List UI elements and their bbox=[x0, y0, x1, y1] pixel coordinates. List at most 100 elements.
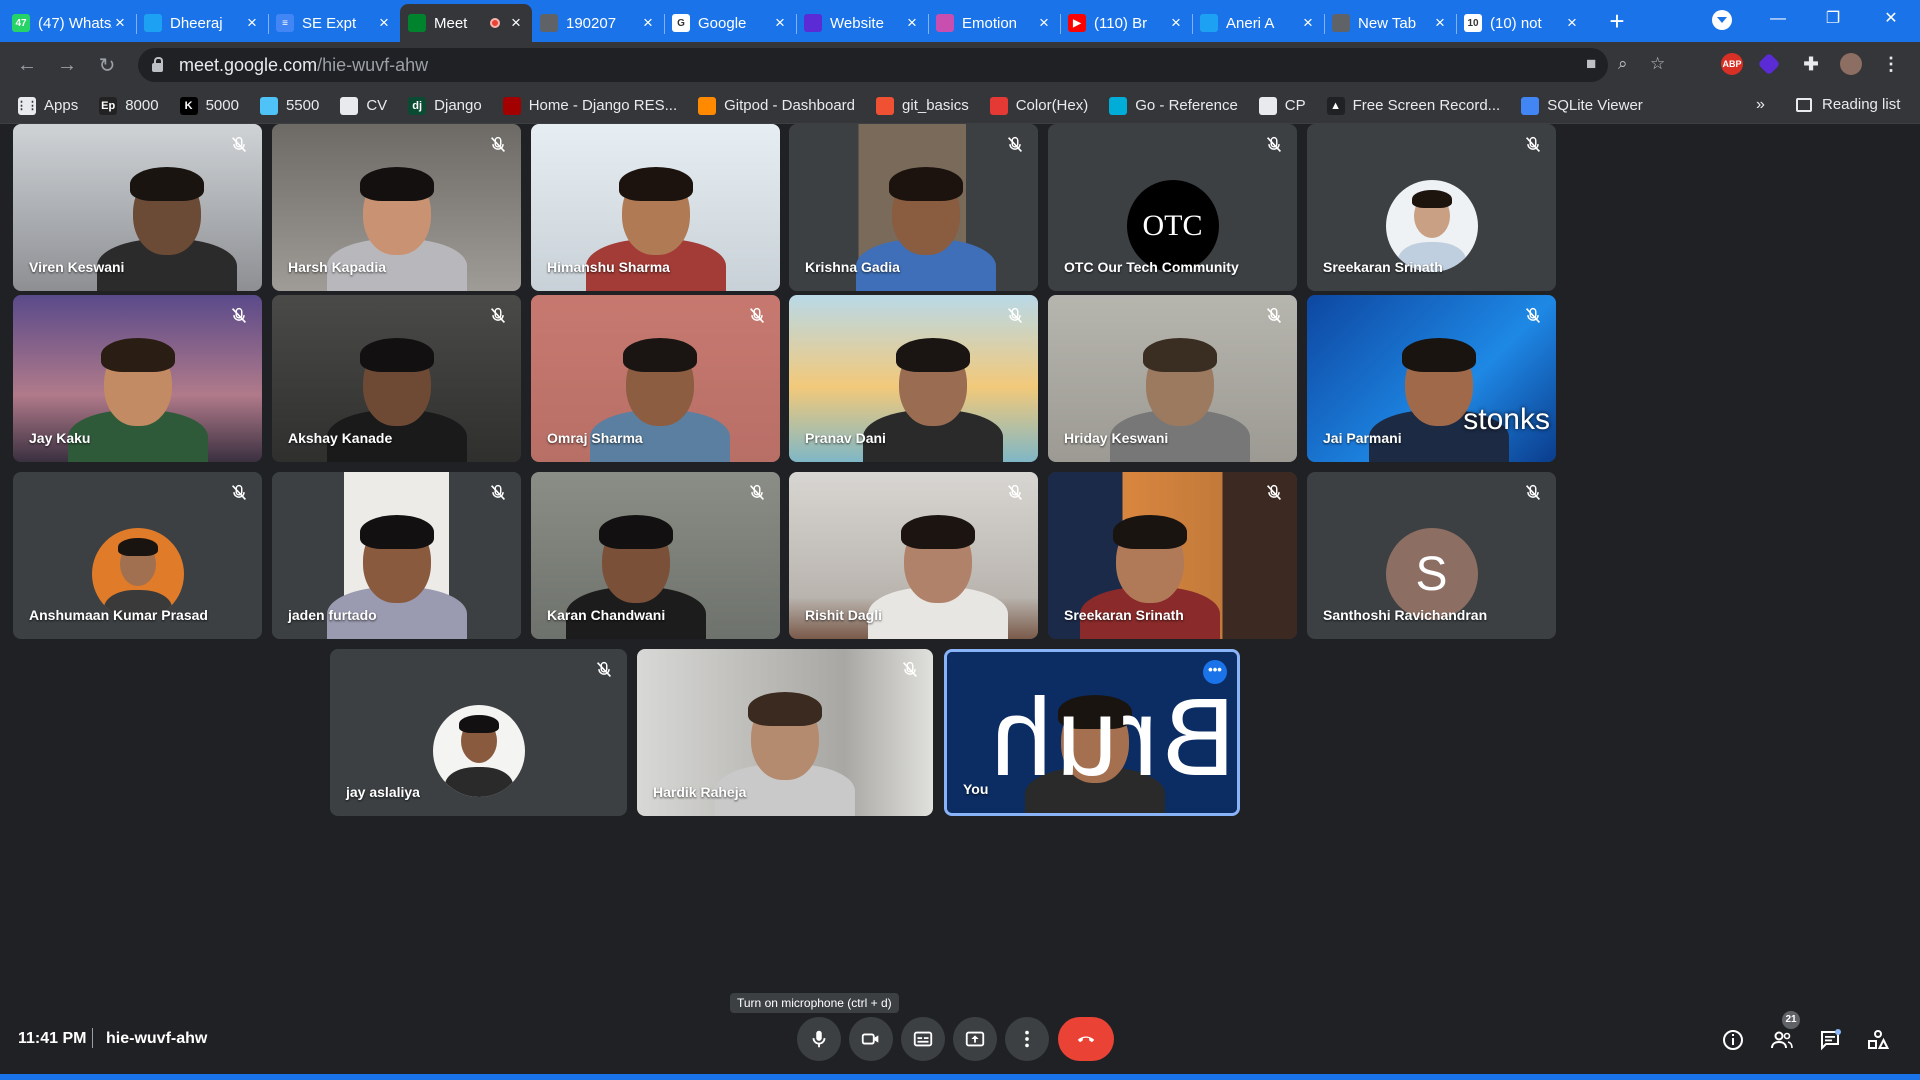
participant-tile[interactable]: Omraj Sharma bbox=[531, 295, 780, 462]
new-tab-button[interactable]: + bbox=[1596, 6, 1638, 37]
captions-button[interactable] bbox=[901, 1017, 945, 1061]
zoom-icon[interactable]: ⌕ bbox=[1618, 54, 1628, 74]
present-screen-button[interactable] bbox=[953, 1017, 997, 1061]
bookmark-item[interactable]: dj Django bbox=[408, 96, 482, 115]
participant-tile[interactable]: Jay Kaku bbox=[13, 295, 262, 462]
meet-stage: Viren Keswani Harsh Kapadia Himanshu Sharm… bbox=[0, 124, 1920, 1080]
tab-6[interactable]: Website × bbox=[796, 4, 928, 42]
bookmark-item[interactable]: git_basics bbox=[876, 96, 969, 115]
mic-off-icon bbox=[228, 305, 250, 327]
bookmark-item[interactable]: Ep 8000 bbox=[99, 96, 159, 115]
participant-tile[interactable]: jaden furtado bbox=[272, 472, 521, 639]
tab-8[interactable]: ▶ (110) Br × bbox=[1060, 4, 1192, 42]
participant-tile[interactable]: Viren Keswani bbox=[13, 124, 262, 291]
profile-avatar[interactable] bbox=[1840, 53, 1862, 75]
microphone-button[interactable] bbox=[797, 1017, 841, 1061]
close-tab-icon[interactable]: × bbox=[1432, 13, 1448, 33]
maximize-button[interactable]: ❐ bbox=[1810, 6, 1856, 32]
close-tab-icon[interactable]: × bbox=[244, 13, 260, 33]
reading-list-button[interactable]: Reading list bbox=[1796, 96, 1900, 113]
close-tab-icon[interactable]: × bbox=[640, 13, 656, 33]
participant-tile[interactable]: Rishit Dagli bbox=[789, 472, 1038, 639]
mic-off-icon bbox=[1004, 134, 1026, 156]
participant-tile[interactable]: Pranav Dani bbox=[789, 295, 1038, 462]
participant-name: Harsh Kapadia bbox=[288, 259, 387, 275]
leave-call-button[interactable] bbox=[1058, 1017, 1114, 1061]
participant-tile[interactable]: OTC OTC Our Tech Community bbox=[1048, 124, 1297, 291]
tab-2[interactable]: ≡ SE Expt × bbox=[268, 4, 400, 42]
tile-options-button[interactable]: ••• bbox=[1203, 660, 1227, 684]
tab-7[interactable]: Emotion × bbox=[928, 4, 1060, 42]
back-button[interactable]: ← bbox=[7, 54, 47, 77]
participant-tile[interactable]: Anshumaan Kumar Prasad bbox=[13, 472, 262, 639]
participant-tile[interactable]: Hriday Keswani bbox=[1048, 295, 1297, 462]
participant-tile[interactable]: Sreekaran Srinath bbox=[1048, 472, 1297, 639]
tab-11[interactable]: 10 (10) not × bbox=[1456, 4, 1588, 42]
participant-name: Jai Parmani bbox=[1323, 430, 1402, 446]
more-bookmarks-button[interactable]: » bbox=[1756, 96, 1765, 114]
tab-3[interactable]: Meet × bbox=[400, 4, 532, 42]
bookmark-item[interactable]: CV bbox=[340, 96, 387, 115]
bookmark-item[interactable]: Gitpod - Dashboard bbox=[698, 96, 855, 115]
chat-button[interactable] bbox=[1816, 1026, 1844, 1054]
camera-permission-icon[interactable]: ■ bbox=[1586, 54, 1596, 74]
close-tab-icon[interactable]: × bbox=[112, 13, 128, 33]
mic-off-icon bbox=[1522, 305, 1544, 327]
tab-5[interactable]: G Google × bbox=[664, 4, 796, 42]
participant-tile[interactable]: Akshay Kanade bbox=[272, 295, 521, 462]
activities-button[interactable] bbox=[1864, 1026, 1892, 1054]
reading-list-label: Reading list bbox=[1822, 96, 1901, 113]
bookmark-item[interactable]: SQLite Viewer bbox=[1521, 96, 1643, 115]
participant-tile[interactable]: jay aslaliya bbox=[330, 649, 627, 816]
participant-name: jay aslaliya bbox=[346, 784, 420, 800]
bookmark-star-icon[interactable]: ☆ bbox=[1650, 54, 1665, 74]
tab-4[interactable]: 190207 × bbox=[532, 4, 664, 42]
close-tab-icon[interactable]: × bbox=[1300, 13, 1316, 33]
extensions-puzzle-icon[interactable]: ✚ bbox=[1800, 53, 1822, 75]
participant-tile[interactable]: Sreekaran Srinath bbox=[1307, 124, 1556, 291]
meeting-details-button[interactable] bbox=[1719, 1026, 1747, 1054]
tab-search-button[interactable] bbox=[1712, 10, 1732, 30]
address-bar[interactable]: meet.google.com/hie-wuvf-ahw ■ ⌕ ☆ bbox=[138, 48, 1665, 82]
bookmark-item[interactable]: ▲ Free Screen Record... bbox=[1326, 96, 1500, 115]
close-tab-icon[interactable]: × bbox=[1564, 13, 1580, 33]
bookmark-item[interactable]: Go - Reference bbox=[1109, 96, 1238, 115]
more-options-button[interactable] bbox=[1005, 1017, 1049, 1061]
close-tab-icon[interactable]: × bbox=[904, 13, 920, 33]
tab-1[interactable]: Dheeraj × bbox=[136, 4, 268, 42]
forward-button[interactable]: → bbox=[47, 54, 87, 77]
participant-tile[interactable]: S Santhoshi Ravichandran bbox=[1307, 472, 1556, 639]
close-tab-icon[interactable]: × bbox=[772, 13, 788, 33]
participant-tile[interactable]: Harsh Kapadia bbox=[272, 124, 521, 291]
participant-name: Karan Chandwani bbox=[547, 607, 666, 623]
close-tab-icon[interactable]: × bbox=[1036, 13, 1052, 33]
bookmark-item[interactable]: K 5000 bbox=[179, 96, 239, 115]
close-tab-icon[interactable]: × bbox=[508, 13, 524, 33]
participants-button[interactable] bbox=[1768, 1026, 1796, 1054]
bookmark-item[interactable]: ⋮⋮ Apps bbox=[16, 96, 78, 115]
lock-icon[interactable] bbox=[152, 57, 163, 72]
participant-tile[interactable]: stonks Jai Parmani bbox=[1307, 295, 1556, 462]
bookmark-item[interactable]: Color(Hex) bbox=[989, 96, 1088, 115]
bookmark-item[interactable]: Home - Django RES... bbox=[502, 96, 677, 115]
bookmark-item[interactable]: CP bbox=[1258, 96, 1306, 115]
participant-tile[interactable]: Himanshu Sharma bbox=[531, 124, 780, 291]
tab-9[interactable]: Aneri A × bbox=[1192, 4, 1324, 42]
participant-tile[interactable]: Hardik Raheja bbox=[637, 649, 933, 816]
tab-10[interactable]: New Tab × bbox=[1324, 4, 1456, 42]
participant-tile[interactable]: Krishna Gadia bbox=[789, 124, 1038, 291]
close-window-button[interactable]: ✕ bbox=[1868, 6, 1914, 32]
close-tab-icon[interactable]: × bbox=[1168, 13, 1184, 33]
close-tab-icon[interactable]: × bbox=[376, 13, 392, 33]
self-video-tile[interactable]: Bruh You ••• bbox=[944, 649, 1240, 816]
bookmark-item[interactable]: 5500 bbox=[259, 96, 319, 115]
globe-icon bbox=[540, 14, 558, 32]
participant-tile[interactable]: Karan Chandwani bbox=[531, 472, 780, 639]
adblock-plus-icon[interactable]: ABP bbox=[1721, 53, 1743, 75]
browser-menu-icon[interactable]: ⋮ bbox=[1880, 53, 1902, 75]
camera-button[interactable] bbox=[849, 1017, 893, 1061]
tab-0[interactable]: 47 (47) WhatsApp× bbox=[4, 4, 136, 42]
camera-icon bbox=[861, 1033, 879, 1045]
reload-button[interactable]: ↻ bbox=[87, 53, 127, 78]
minimize-button[interactable]: — bbox=[1755, 6, 1801, 32]
